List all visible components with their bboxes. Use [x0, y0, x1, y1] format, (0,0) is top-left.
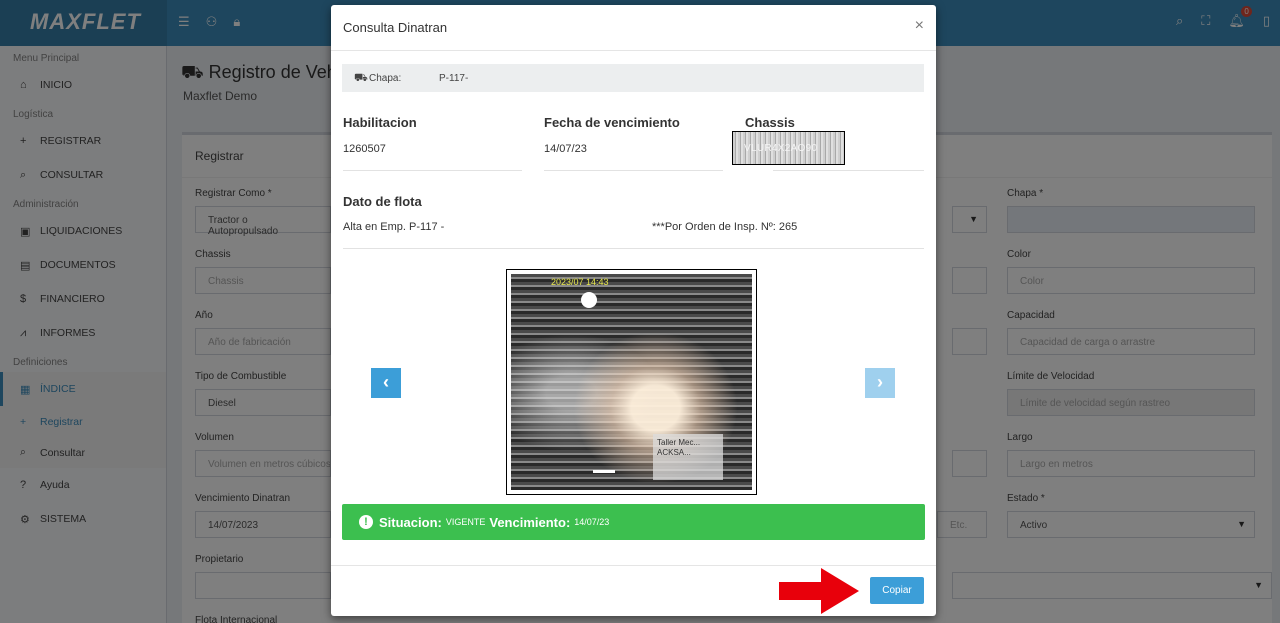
- chevron-left-icon: ‹: [383, 372, 389, 392]
- consulta-dinatran-modal: Consulta Dinatran × ⛟ Chapa: P-117- Habi…: [331, 5, 936, 616]
- red-arrow-annotation: [779, 568, 859, 614]
- orden-text: ***Por Orden de Insp. Nº: 265: [652, 221, 798, 233]
- inspection-photo: 2023/07 14:43 Taller Mec... ACKSA...: [506, 269, 757, 495]
- photo-image: 2023/07 14:43 Taller Mec... ACKSA...: [511, 274, 752, 490]
- modal-footer: [331, 565, 936, 566]
- photo-sign-text: Taller Mec... ACKSA...: [653, 434, 723, 480]
- chapa-bar: ⛟ Chapa: P-117-: [342, 64, 924, 92]
- carousel-indicator[interactable]: [593, 470, 615, 473]
- dato-flota-label: Dato de flota: [343, 194, 422, 209]
- chevron-right-icon: ›: [877, 372, 883, 392]
- chassis-label: Chassis: [745, 115, 795, 130]
- modal-header: Consulta Dinatran ×: [331, 5, 936, 51]
- fecha-vencimiento-label: Fecha de vencimiento: [544, 115, 680, 130]
- field-divider: [343, 248, 924, 249]
- habilitacion-value: 1260507: [343, 143, 386, 155]
- exclamation-circle-icon: !: [359, 515, 373, 529]
- chassis-value: VLUR4X2AO90: [744, 143, 818, 154]
- chassis-value-redacted: VLUR4X2AO90: [732, 131, 845, 165]
- status-banner: ! Situacion: VIGENTE Vencimiento: 14/07/…: [342, 504, 925, 540]
- modal-title: Consulta Dinatran: [343, 20, 448, 35]
- chapa-value: P-117-: [439, 73, 469, 84]
- light-spot: [581, 292, 597, 308]
- chapa-label: Chapa:: [369, 73, 402, 84]
- situacion-value: VIGENTE: [445, 517, 486, 527]
- copy-button[interactable]: Copiar: [870, 577, 924, 604]
- field-divider: [544, 170, 723, 171]
- habilitacion-label: Habilitacion: [343, 115, 417, 130]
- photo-timestamp: 2023/07 14:43: [551, 277, 609, 287]
- carousel-next-button[interactable]: ›: [865, 368, 895, 398]
- vencimiento-value: 14/07/23: [574, 517, 610, 527]
- alta-text: Alta en Emp. P-117 -: [343, 221, 445, 233]
- fecha-vencimiento-value: 14/07/23: [544, 143, 587, 155]
- carousel-prev-button[interactable]: ‹: [371, 368, 401, 398]
- close-icon[interactable]: ×: [915, 17, 924, 35]
- vencimiento-label: Vencimiento:: [489, 514, 571, 530]
- field-divider: [773, 170, 924, 171]
- field-divider: [343, 170, 522, 171]
- situacion-label: Situacion:: [379, 514, 442, 530]
- truck-icon: ⛟: [354, 72, 368, 84]
